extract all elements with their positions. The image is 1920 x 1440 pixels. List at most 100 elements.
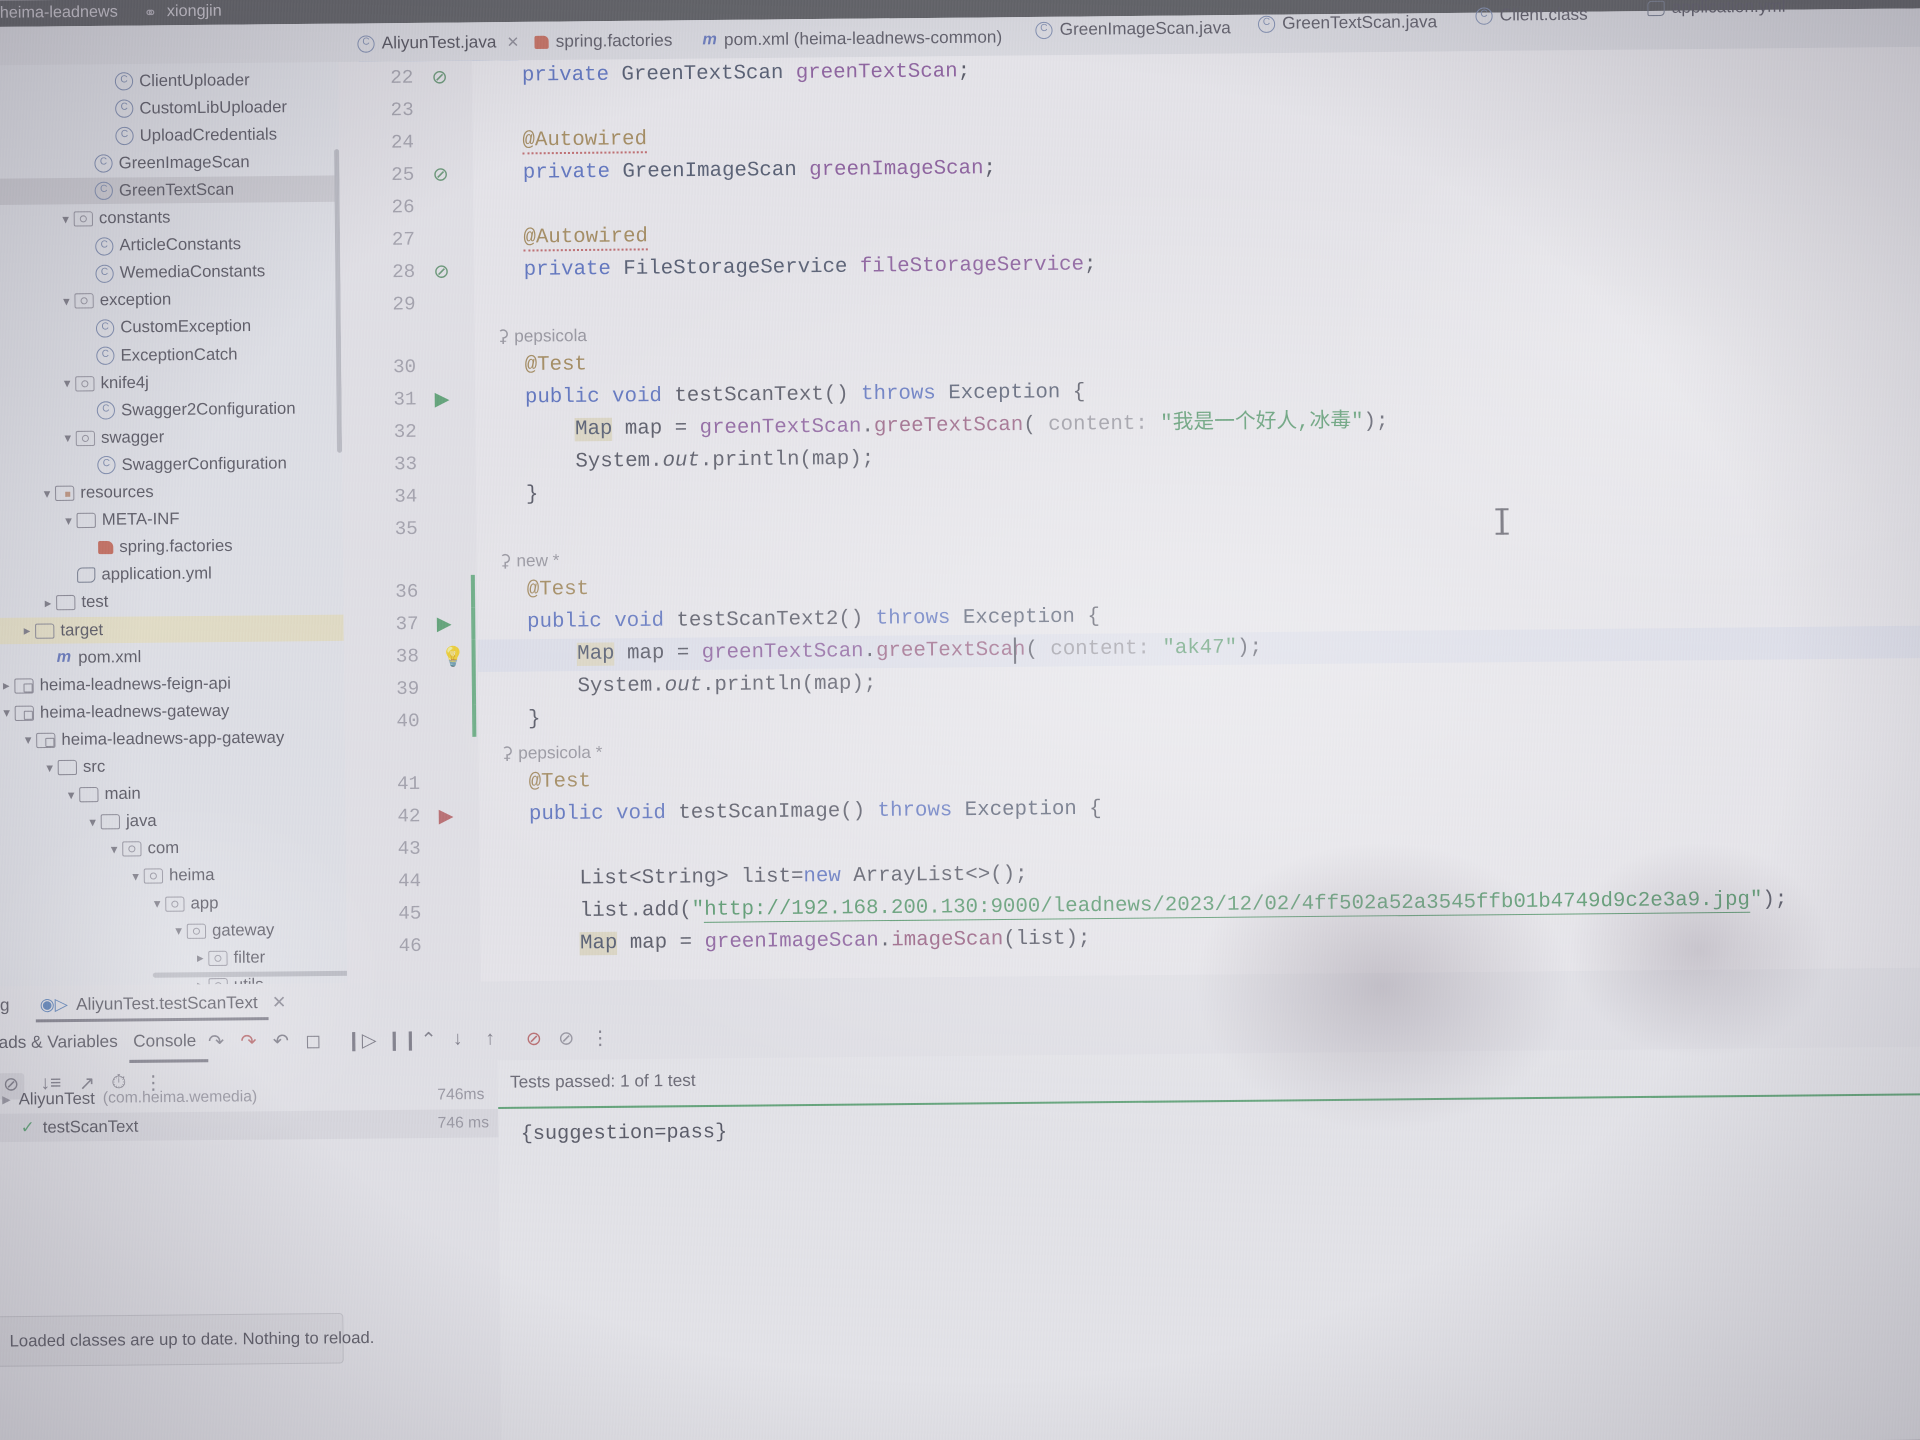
reload-notification[interactable]: Loaded classes are up to date. Nothing t…: [0, 1312, 374, 1367]
pause-icon[interactable]: ❙❙: [386, 1029, 418, 1056]
chevron-down-icon[interactable]: ▾: [106, 841, 122, 857]
test-results-tree[interactable]: ▸ AliyunTest (com.heima.wemedia) 746ms ✓ test…: [0, 1081, 527, 1440]
tab-greentextscan-java[interactable]: C GreenTextScan.java: [1252, 7, 1444, 39]
editor-gutter[interactable]: 22 ⊘ 23 24 25 ⊘ 26 27 28 ⊘ 29 30 31 ▶ 32 33 34 35 36 37 ▶ 38 💡…: [338, 60, 481, 983]
chevron-down-icon[interactable]: ▾: [39, 485, 55, 501]
tree-node-meta-inf[interactable]: ▾ META-INF: [0, 505, 343, 535]
debug-session-tab[interactable]: ◉▷ AliyunTest.testScanText ✕: [40, 993, 287, 1016]
chevron-down-icon[interactable]: ▾: [41, 760, 57, 776]
tab-greenimagescan-java[interactable]: C GreenImageScan.java: [1029, 13, 1237, 45]
drop-frame-icon[interactable]: ↓: [453, 1028, 480, 1055]
chevron-down-icon[interactable]: ▾: [63, 787, 79, 803]
chevron-right-icon[interactable]: ▸: [0, 678, 14, 694]
tree-node-resources[interactable]: ▾ resources: [0, 477, 343, 507]
run-test-failed-gutter-icon[interactable]: ▶: [439, 805, 461, 827]
push-frame-icon[interactable]: ↑: [485, 1028, 512, 1055]
tree-node-customexception[interactable]: C CustomException: [0, 313, 341, 343]
bean-gutter-icon[interactable]: ⊘: [432, 66, 454, 88]
close-icon[interactable]: ✕: [272, 993, 287, 1013]
tab-threads-and-variables[interactable]: Threads & Variables: [0, 1032, 118, 1054]
tab-aliyuntest-java[interactable]: C AliyunTest.java ✕: [351, 27, 525, 65]
chevron-down-icon[interactable]: ▾: [58, 293, 74, 309]
vcs-changed-marker[interactable]: [470, 574, 476, 608]
run-to-cursor-icon[interactable]: ⌃: [421, 1029, 448, 1056]
chevron-down-icon[interactable]: ▾: [60, 430, 76, 446]
tree-node-wemediaconstants[interactable]: C WemediaConstants: [0, 258, 340, 288]
vcs-changed-marker[interactable]: [471, 672, 477, 705]
resume-icon[interactable]: ❙▷: [346, 1029, 377, 1056]
tree-node-spring-factories[interactable]: spring.factories: [0, 532, 343, 562]
vcs-changed-marker[interactable]: [471, 607, 476, 640]
code-token: FileStorageService: [623, 255, 848, 281]
tree-node-greentextscan[interactable]: C GreenTextScan: [0, 175, 340, 206]
tree-node-swaggerconfiguration[interactable]: C SwaggerConfiguration: [0, 450, 342, 480]
console-output-pane[interactable]: Tests passed: 1 of 1 test {suggestion=pa…: [497, 1046, 1920, 1440]
tree-node-greenimagescan[interactable]: C GreenImageScan: [0, 148, 339, 178]
tree-node-application-yml[interactable]: application.yml: [0, 560, 343, 590]
java-class-icon: C: [97, 456, 116, 475]
code-editor[interactable]: 22 ⊘ 23 24 25 ⊘ 26 27 28 ⊘ 29 30 31 ▶ 32 33 34 35 36 37 ▶ 38 💡…: [338, 46, 1920, 983]
view-breakpoints-icon[interactable]: ⊘: [558, 1027, 585, 1054]
tree-node-gateway[interactable]: ▾ gateway: [0, 916, 347, 946]
tree-node-heima-leadnews-feign-api[interactable]: ▸ heima-leadnews-feign-api: [0, 669, 344, 699]
chevron-down-icon[interactable]: ▾: [84, 814, 100, 830]
tree-node-main[interactable]: ▾ main: [0, 779, 345, 809]
line-number: 30: [392, 355, 417, 379]
run-test-gutter-icon[interactable]: ▶: [435, 388, 457, 410]
tab-console[interactable]: Console: [133, 1031, 196, 1052]
project-tool-window[interactable]: C ClientUploader C CustomLibUploader C Upload…: [0, 62, 348, 987]
tree-node-customlibuploader[interactable]: C CustomLibUploader: [0, 94, 339, 124]
chevron-down-icon[interactable]: ▾: [171, 923, 187, 939]
chevron-right-icon[interactable]: ▸: [19, 623, 35, 639]
tree-node-exceptioncatch[interactable]: C ExceptionCatch: [0, 340, 341, 370]
tree-node-swagger2configuration[interactable]: C Swagger2Configuration: [0, 395, 342, 425]
chevron-right-icon[interactable]: ▸: [192, 950, 208, 966]
tab-pom-xml[interactable]: m pom.xml (heima-leadnews-common): [696, 22, 1008, 55]
chevron-down-icon[interactable]: ▾: [59, 375, 75, 391]
tree-node-test[interactable]: ▸ test: [0, 587, 344, 617]
run-test-gutter-icon[interactable]: ▶: [437, 612, 459, 635]
tab-label: GreenImageScan.java: [1059, 18, 1231, 39]
tree-node-articleconstants[interactable]: C ArticleConstants: [0, 231, 340, 261]
tree-node-com[interactable]: ▾ com: [0, 834, 346, 864]
stop-icon[interactable]: ◻: [305, 1030, 332, 1057]
chevron-down-icon[interactable]: ▾: [127, 868, 143, 884]
code-text-area[interactable]: private GreenTextScan greenTextScan; @Au…: [472, 47, 1920, 982]
vcs-changed-marker[interactable]: [472, 704, 477, 737]
close-icon[interactable]: ✕: [506, 33, 519, 51]
tree-node-heima-leadnews-gateway[interactable]: ▾ heima-leadnews-gateway: [0, 697, 345, 727]
tree-node-exception[interactable]: ▾ exception: [0, 286, 341, 316]
chevron-right-icon[interactable]: ▸: [40, 595, 56, 611]
tab-client-class[interactable]: C Client.class: [1469, 0, 1594, 31]
tree-node-uploadcredentials[interactable]: C UploadCredentials: [0, 121, 339, 151]
intention-bulb-icon[interactable]: 💡: [441, 645, 465, 668]
chevron-down-icon[interactable]: ▾: [57, 211, 73, 227]
chevron-down-icon[interactable]: ▾: [20, 732, 36, 748]
step-over-icon[interactable]: ↷: [208, 1031, 235, 1058]
tree-node-heima[interactable]: ▾ heima: [0, 861, 346, 891]
mute-breakpoints-icon[interactable]: ⊘: [526, 1028, 553, 1055]
bean-gutter-icon[interactable]: ⊘: [432, 163, 454, 185]
more-options-icon[interactable]: ⋮: [591, 1027, 618, 1054]
vcs-changed-marker[interactable]: [471, 639, 476, 673]
bean-gutter-icon[interactable]: ⊘: [433, 260, 455, 282]
tree-node-pom-xml[interactable]: m pom.xml: [0, 642, 344, 672]
tree-node-app[interactable]: ▾ app: [0, 889, 347, 919]
step-into-icon[interactable]: ↷: [240, 1030, 267, 1057]
tree-node-constants[interactable]: ▾ constants: [0, 203, 340, 233]
tree-node-filter[interactable]: ▸ filter: [0, 944, 347, 974]
tree-node-target[interactable]: ▸ target: [0, 614, 344, 645]
test-tree-row[interactable]: ▸ AliyunTest (com.heima.wemedia): [0, 1083, 257, 1114]
tree-node-clientuploader[interactable]: C ClientUploader: [0, 66, 339, 96]
tab-spring-factories[interactable]: spring.factories: [528, 25, 678, 57]
step-out-icon[interactable]: ↶: [273, 1030, 300, 1057]
tree-node-heima-leadnews-app-gateway[interactable]: ▾ heima-leadnews-app-gateway: [0, 724, 345, 754]
tree-node-java[interactable]: ▾ java: [0, 807, 346, 837]
tree-node-knife4j[interactable]: ▾ knife4j: [0, 368, 342, 398]
tree-node-swagger[interactable]: ▾ swagger: [0, 423, 342, 453]
tab-application-yml[interactable]: application.yml: [1641, 0, 1792, 23]
chevron-down-icon[interactable]: ▾: [0, 705, 15, 721]
chevron-down-icon[interactable]: ▾: [60, 513, 76, 529]
chevron-down-icon[interactable]: ▾: [149, 896, 165, 912]
tree-node-src[interactable]: ▾ src: [0, 752, 345, 782]
